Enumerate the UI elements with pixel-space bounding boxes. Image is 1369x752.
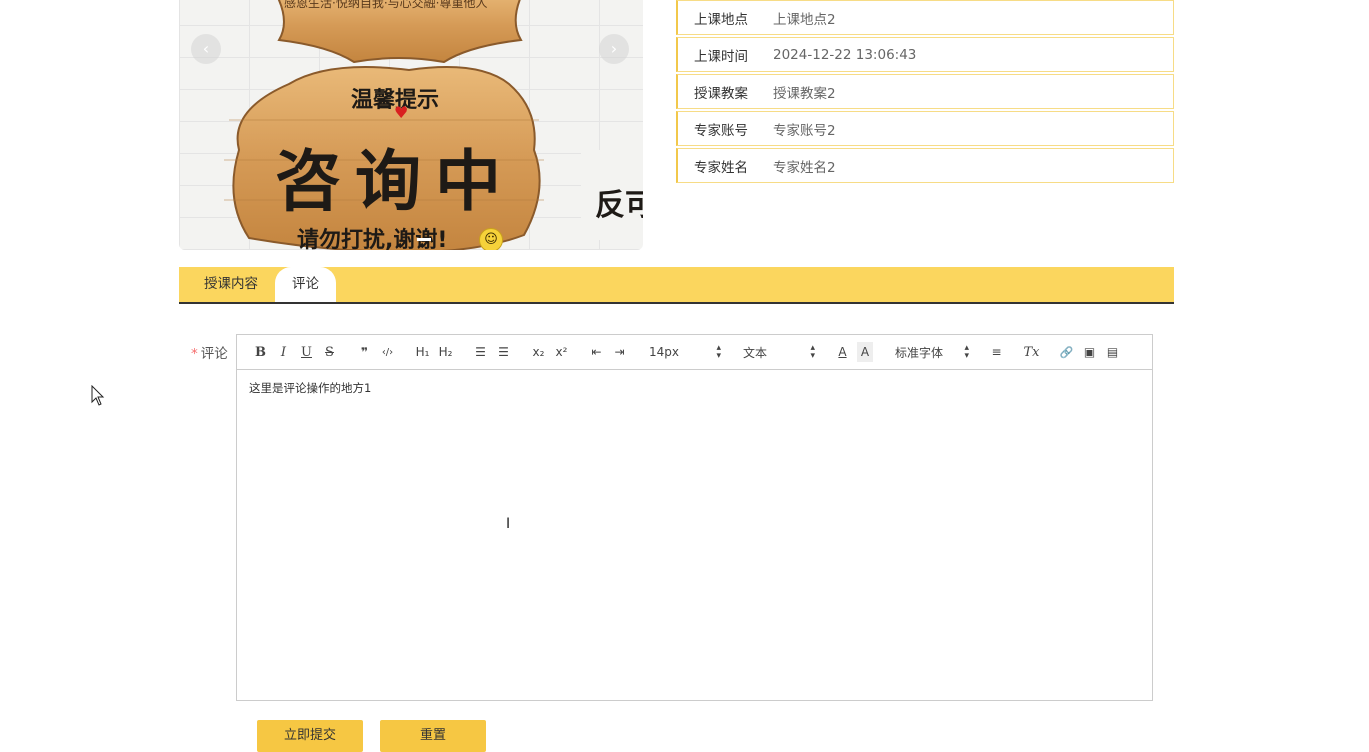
comment-form-label: * 评论: [191, 342, 228, 362]
sign-main-text: 咨询中: [275, 143, 515, 220]
header-1-button[interactable]: H₁: [411, 342, 434, 362]
link-icon[interactable]: 🔗: [1055, 342, 1078, 362]
header-select[interactable]: 文本 ▴ ▾: [737, 342, 819, 362]
background-color-icon[interactable]: A: [857, 342, 873, 362]
code-block-icon[interactable]: ‹/›: [376, 342, 399, 362]
required-mark: *: [191, 346, 198, 362]
sign-side-text: 反可: [595, 188, 643, 223]
rich-text-editor: B I U S ❞ ‹/› H₁ H₂ ☰ ☰ x₂ x² ⇤ ⇥ 14px ▴…: [236, 334, 1153, 701]
font-size-select[interactable]: 14px ▴ ▾: [643, 342, 725, 362]
course-info-table: 上课地点 上课地点2 上课时间 2024-12-22 13:06:43 授课教案…: [676, 0, 1174, 185]
select-caret-icon: ▴ ▾: [716, 343, 721, 361]
blockquote-icon[interactable]: ❞: [353, 342, 376, 362]
sign-top-text: 感恩生活·悦纳自我·与心交融·尊重他人: [284, 0, 488, 10]
mouse-pointer-icon: [91, 385, 105, 406]
editor-content-text: 这里是评论操作的地方1: [249, 381, 372, 395]
superscript-button[interactable]: x²: [550, 342, 573, 362]
image-icon[interactable]: ▣: [1078, 342, 1101, 362]
info-value: 上课地点2: [773, 11, 836, 28]
align-icon[interactable]: ≡: [985, 342, 1008, 362]
submit-button[interactable]: 立即提交: [257, 720, 363, 752]
sign-footer-text: 请勿打扰,谢谢!: [297, 228, 448, 250]
tab-comments[interactable]: 评论: [275, 267, 336, 302]
tab-course-content[interactable]: 授课内容: [187, 267, 275, 302]
info-row-time: 上课时间 2024-12-22 13:06:43: [676, 37, 1174, 72]
info-row-location: 上课地点 上课地点2: [676, 0, 1174, 35]
underline-button[interactable]: U: [295, 342, 318, 362]
smiley-icon: ☺: [479, 228, 503, 250]
select-caret-icon: ▴ ▾: [810, 343, 815, 361]
info-value: 授课教案2: [773, 85, 836, 102]
info-label: 上课时间: [694, 48, 748, 65]
info-row-lesson-plan: 授课教案 授课教案2: [676, 74, 1174, 109]
editor-toolbar: B I U S ❞ ‹/› H₁ H₂ ☰ ☰ x₂ x² ⇤ ⇥ 14px ▴…: [237, 335, 1152, 370]
detail-tabs: 授课内容 评论: [179, 267, 1174, 304]
video-icon[interactable]: ▤: [1101, 342, 1124, 362]
bullet-list-icon[interactable]: ☰: [492, 342, 515, 362]
info-value: 专家姓名2: [773, 159, 836, 176]
font-family-select[interactable]: 标准字体 ▴ ▾: [885, 342, 973, 362]
info-value: 2024-12-22 13:06:43: [773, 46, 917, 63]
header-select-value: 文本: [743, 345, 768, 360]
font-family-value: 标准字体: [895, 345, 944, 360]
info-value: 专家账号2: [773, 122, 836, 139]
ordered-list-icon[interactable]: ☰: [469, 342, 492, 362]
font-size-value: 14px: [649, 345, 679, 359]
strike-button[interactable]: S: [318, 342, 341, 362]
comment-label-text: 评论: [200, 346, 228, 362]
heart-icon: ♥: [394, 103, 409, 122]
bold-button[interactable]: B: [249, 342, 272, 362]
info-label: 上课地点: [694, 11, 748, 28]
carousel-indicators: [417, 238, 431, 241]
info-row-expert-name: 专家姓名 专家姓名2: [676, 148, 1174, 183]
editor-content-area[interactable]: 这里是评论操作的地方1: [237, 370, 1152, 700]
select-caret-icon: ▴ ▾: [964, 343, 969, 361]
outdent-icon[interactable]: ⇤: [585, 342, 608, 362]
subscript-button[interactable]: x₂: [527, 342, 550, 362]
font-color-icon[interactable]: A: [831, 342, 854, 362]
text-cursor-icon: I: [506, 516, 511, 532]
clean-format-icon[interactable]: Tx: [1020, 342, 1043, 362]
italic-button[interactable]: I: [272, 342, 295, 362]
header-2-button[interactable]: H₂: [434, 342, 457, 362]
reset-button[interactable]: 重置: [380, 720, 486, 752]
info-row-expert-account: 专家账号 专家账号2: [676, 111, 1174, 146]
image-carousel[interactable]: 感恩生活·悦纳自我·与心交融·尊重他人 温馨提示 ♥ 咨询中 反可 请勿打扰,谢…: [179, 0, 643, 250]
chevron-right-icon[interactable]: ›: [599, 34, 629, 64]
info-label: 专家账号: [694, 122, 748, 139]
info-label: 专家姓名: [694, 159, 748, 176]
chevron-left-icon[interactable]: ‹: [191, 34, 221, 64]
indent-icon[interactable]: ⇥: [608, 342, 631, 362]
carousel-dot[interactable]: [417, 238, 431, 241]
info-label: 授课教案: [694, 85, 748, 102]
